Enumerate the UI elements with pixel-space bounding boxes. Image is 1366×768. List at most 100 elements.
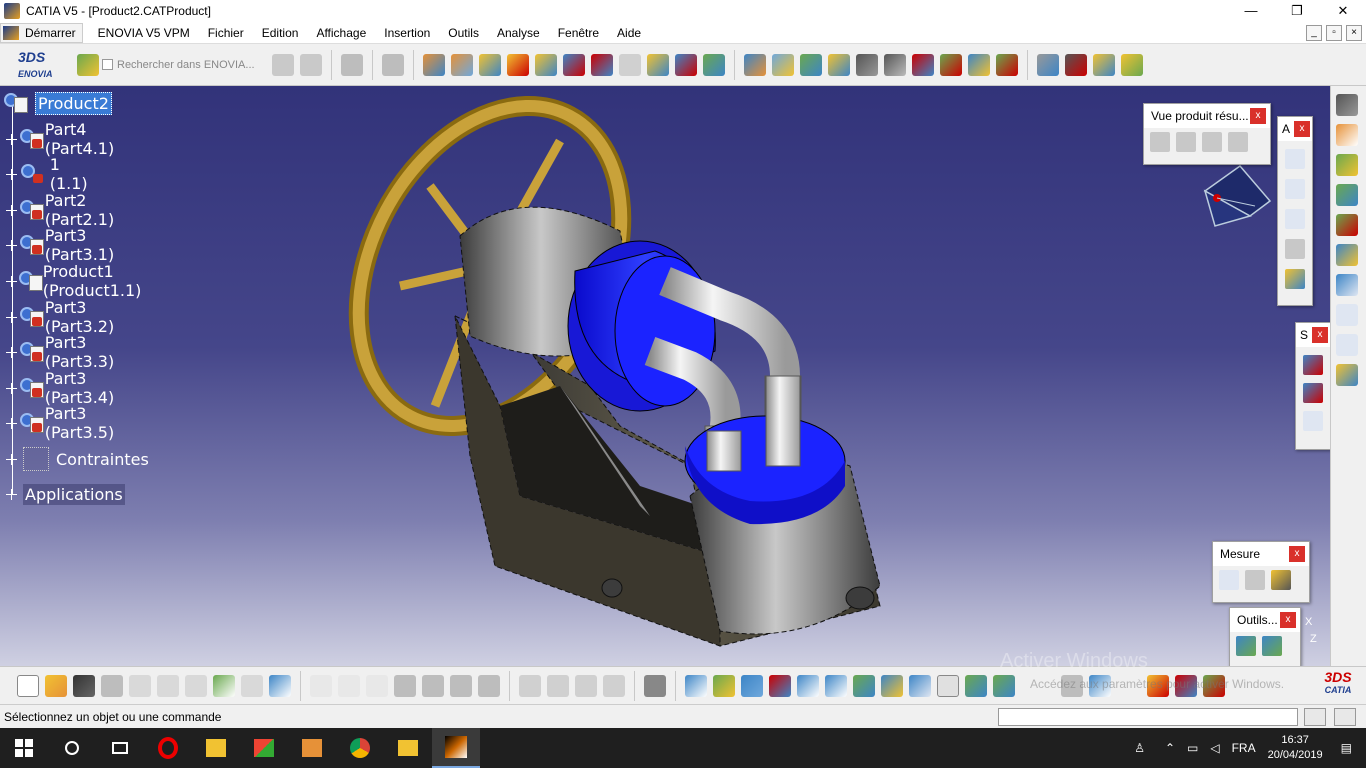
expand-icon[interactable] bbox=[6, 311, 17, 323]
mesure-close-button[interactable]: x bbox=[1289, 546, 1305, 562]
zoom-out-icon[interactable] bbox=[825, 674, 847, 697]
catalog-tree-icon[interactable] bbox=[422, 674, 444, 697]
pan-icon[interactable] bbox=[741, 674, 763, 697]
command-button-2[interactable] bbox=[1334, 708, 1356, 726]
task-view-icon[interactable] bbox=[96, 728, 144, 768]
catalog-browser-icon[interactable] bbox=[1236, 636, 1256, 656]
tree-item[interactable]: Part3 (Part3.5) bbox=[6, 404, 128, 442]
maximize-button[interactable]: ❐ bbox=[1274, 0, 1320, 22]
view-mode-2-icon[interactable] bbox=[1176, 132, 1196, 152]
tree-item[interactable]: Contraintes bbox=[6, 446, 151, 472]
enovia-tool-icon[interactable] bbox=[271, 53, 294, 76]
generate-numbering-icon[interactable] bbox=[590, 53, 613, 76]
graph-tree-icon[interactable] bbox=[562, 53, 585, 76]
clock[interactable]: 16:37 20/04/2019 bbox=[1268, 733, 1323, 763]
new-file-icon[interactable] bbox=[17, 674, 39, 697]
menu-outils[interactable]: Outils bbox=[439, 26, 488, 40]
select-arrow-icon[interactable] bbox=[1336, 124, 1358, 146]
rotate-icon[interactable] bbox=[769, 674, 791, 697]
zoom-in-icon[interactable] bbox=[797, 674, 819, 697]
chevron-up-icon[interactable]: ⌃ bbox=[1165, 741, 1175, 755]
flexible-subassembly-icon[interactable] bbox=[1120, 53, 1143, 76]
tree-item[interactable]: Part3 (Part3.4) bbox=[6, 369, 128, 407]
reuse-constraint-icon[interactable] bbox=[1092, 53, 1115, 76]
swap-visible-icon[interactable] bbox=[993, 674, 1015, 697]
compass-icon[interactable] bbox=[1195, 161, 1285, 241]
close-button[interactable]: ✕ bbox=[1320, 0, 1366, 22]
expand-icon[interactable] bbox=[6, 417, 17, 429]
expand-icon[interactable] bbox=[6, 453, 17, 465]
contact-constraint-icon[interactable] bbox=[883, 53, 906, 76]
clash-icon[interactable] bbox=[1303, 355, 1323, 375]
expand-icon[interactable] bbox=[6, 275, 18, 287]
text-annotation-icon[interactable] bbox=[1285, 179, 1305, 199]
insert-part-icon[interactable] bbox=[1336, 214, 1358, 236]
opera-icon[interactable] bbox=[144, 728, 192, 768]
tree-item[interactable]: Part3 (Part3.2) bbox=[6, 298, 128, 336]
multi-view-icon[interactable] bbox=[881, 674, 903, 697]
tree-item[interactable]: 1 (1.1) bbox=[6, 155, 96, 193]
catalog-icon[interactable] bbox=[1336, 364, 1358, 386]
catalog-save-icon[interactable] bbox=[1262, 636, 1282, 656]
hide-show-icon[interactable] bbox=[965, 674, 987, 697]
shading-icon[interactable] bbox=[937, 674, 959, 697]
doc-minimize-button[interactable]: _ bbox=[1306, 25, 1322, 41]
tree-item-label[interactable]: Applications bbox=[23, 483, 125, 505]
new-product-icon[interactable] bbox=[450, 53, 473, 76]
help-icon[interactable] bbox=[269, 674, 291, 697]
update-icon[interactable] bbox=[1036, 53, 1059, 76]
expand-icon[interactable] bbox=[6, 488, 17, 500]
open-folder-icon[interactable] bbox=[45, 674, 67, 697]
enovia-doc-icon[interactable] bbox=[299, 53, 322, 76]
angle-constraint-icon[interactable] bbox=[939, 53, 962, 76]
expand-icon[interactable] bbox=[6, 168, 18, 180]
cut-icon[interactable] bbox=[129, 674, 151, 697]
enhanced-scene-icon[interactable] bbox=[1336, 274, 1358, 296]
sectioning-icon[interactable] bbox=[1303, 383, 1323, 403]
offset-constraint-icon[interactable] bbox=[911, 53, 934, 76]
insert-component-icon[interactable] bbox=[1336, 154, 1358, 176]
tree-item-label[interactable]: Part3 (Part3.3) bbox=[43, 332, 128, 372]
tree-item[interactable]: Product1 (Product1.1) bbox=[6, 262, 157, 300]
network-icon[interactable]: ▭ bbox=[1187, 741, 1198, 755]
define-multi-instantiation-icon[interactable] bbox=[702, 53, 725, 76]
menu-fenetre[interactable]: Fenêtre bbox=[549, 26, 608, 40]
new-part-icon[interactable] bbox=[478, 53, 501, 76]
formula-icon[interactable] bbox=[310, 674, 332, 697]
stop-manipulate-icon[interactable] bbox=[827, 53, 850, 76]
link-icon[interactable] bbox=[381, 53, 404, 76]
space-analysis-close-button[interactable]: x bbox=[1312, 327, 1328, 343]
lock-icon[interactable] bbox=[450, 674, 472, 697]
publication-icon[interactable] bbox=[1336, 334, 1358, 356]
view-mode-1-icon[interactable] bbox=[1150, 132, 1170, 152]
redo-icon[interactable] bbox=[241, 674, 263, 697]
flag-note-icon[interactable] bbox=[1285, 209, 1305, 229]
change-constraint-icon[interactable] bbox=[1064, 53, 1087, 76]
file-explorer-icon[interactable] bbox=[192, 728, 240, 768]
parameters-icon[interactable] bbox=[478, 674, 500, 697]
normal-view-icon[interactable] bbox=[853, 674, 875, 697]
3d-viewport[interactable]: Product2 Part4 (Part4.1) 1 (1.1) Part2 (… bbox=[0, 86, 1330, 666]
minimize-button[interactable]: — bbox=[1228, 0, 1274, 22]
folder-icon[interactable] bbox=[384, 728, 432, 768]
camera-icon[interactable] bbox=[644, 674, 666, 697]
iso-view-icon[interactable] bbox=[909, 674, 931, 697]
table-icon[interactable] bbox=[394, 674, 416, 697]
insert-product-icon[interactable] bbox=[1336, 184, 1358, 206]
tree-item-label[interactable]: Part3 (Part3.2) bbox=[43, 297, 128, 337]
existing-component-icon[interactable] bbox=[506, 53, 529, 76]
fix-together-icon[interactable] bbox=[995, 53, 1018, 76]
expand-icon[interactable] bbox=[6, 382, 17, 394]
annotations-close-button[interactable]: x bbox=[1294, 121, 1310, 137]
save-icon[interactable] bbox=[73, 674, 95, 697]
enovia-search[interactable]: Rechercher dans ENOVIA... bbox=[102, 59, 255, 71]
view-annotation-icon[interactable] bbox=[1285, 239, 1305, 259]
scene-icon[interactable] bbox=[1336, 244, 1358, 266]
tree-item-label[interactable]: 1 (1.1) bbox=[48, 154, 96, 194]
tree-item-label[interactable]: Part2 (Part2.1) bbox=[43, 190, 128, 230]
tree-item[interactable]: Part2 (Part2.1) bbox=[6, 191, 128, 229]
menu-fichier[interactable]: Fichier bbox=[199, 26, 253, 40]
notifications-icon[interactable]: ▤ bbox=[1341, 741, 1352, 755]
new-component-icon[interactable] bbox=[422, 53, 445, 76]
main-cylinder[interactable] bbox=[459, 206, 716, 412]
